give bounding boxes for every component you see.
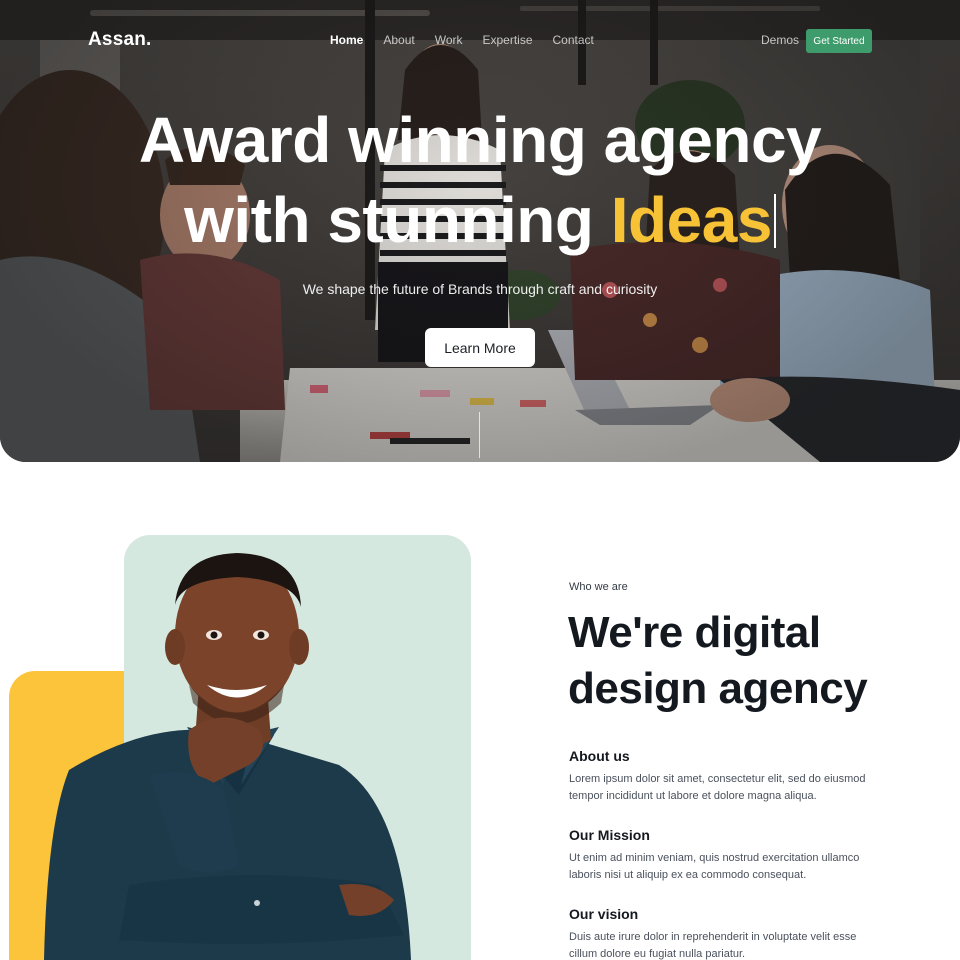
- nav-link-home[interactable]: Home: [330, 33, 363, 47]
- headline-line-1: Award winning agency: [138, 104, 822, 176]
- nav-links: Home About Work Expertise Contact: [330, 33, 614, 47]
- info-title: Our Mission: [569, 827, 650, 843]
- section-eyebrow: Who we are: [569, 581, 628, 593]
- info-text-line: Duis aute irure dolor in reprehenderit i…: [569, 931, 857, 943]
- info-block-vision: Our vision Duis aute irure dolor in repr…: [569, 906, 889, 960]
- info-text-line: tempor incididunt ut labore et dolore ma…: [569, 790, 817, 802]
- hero-section: Assan. Home About Work Expertise Contact…: [0, 0, 960, 462]
- section-title-line-2: design agency: [568, 664, 868, 713]
- info-block-mission: Our Mission Ut enim ad minim veniam, qui…: [569, 827, 889, 884]
- scroll-indicator-line: [479, 412, 480, 458]
- nav-link-expertise[interactable]: Expertise: [482, 33, 532, 47]
- learn-more-button[interactable]: Learn More: [425, 328, 535, 367]
- section-title-line-1: We're digital: [568, 608, 821, 657]
- info-block-about: About us Lorem ipsum dolor sit amet, con…: [569, 748, 889, 805]
- hero-headline: Award winning agency with stunning Ideas: [0, 100, 960, 260]
- info-text: Ut enim ad minim veniam, quis nostrud ex…: [569, 850, 889, 884]
- section-title: We're digital design agency: [568, 605, 868, 717]
- info-text-line: laboris nisi ut aliquip ex ea commodo co…: [569, 869, 807, 881]
- info-text-line: Ut enim ad minim veniam, quis nostrud ex…: [569, 852, 860, 864]
- info-text: Duis aute irure dolor in reprehenderit i…: [569, 929, 889, 960]
- info-text-line: cillum dolore eu fugiat nulla pariatur.: [569, 948, 746, 960]
- nav-link-demos[interactable]: Demos: [761, 33, 799, 47]
- top-navigation: Assan. Home About Work Expertise Contact…: [0, 0, 960, 82]
- nav-link-about[interactable]: About: [383, 33, 414, 47]
- info-text: Lorem ipsum dolor sit amet, consectetur …: [569, 771, 889, 805]
- info-title: About us: [569, 748, 630, 764]
- team-member-portrait: [44, 553, 411, 960]
- hero-subheadline: We shape the future of Brands through cr…: [302, 281, 658, 297]
- nav-link-contact[interactable]: Contact: [553, 33, 594, 47]
- info-text-line: Lorem ipsum dolor sit amet, consectetur …: [569, 773, 866, 785]
- headline-line-2: with stunning: [184, 184, 611, 256]
- headline-highlight-word: Ideas: [610, 184, 773, 256]
- nav-link-work[interactable]: Work: [435, 33, 463, 47]
- get-started-button[interactable]: Get Started: [806, 29, 872, 53]
- info-title: Our vision: [569, 906, 639, 922]
- brand-logo[interactable]: Assan.: [88, 29, 152, 51]
- typing-caret: [773, 194, 776, 248]
